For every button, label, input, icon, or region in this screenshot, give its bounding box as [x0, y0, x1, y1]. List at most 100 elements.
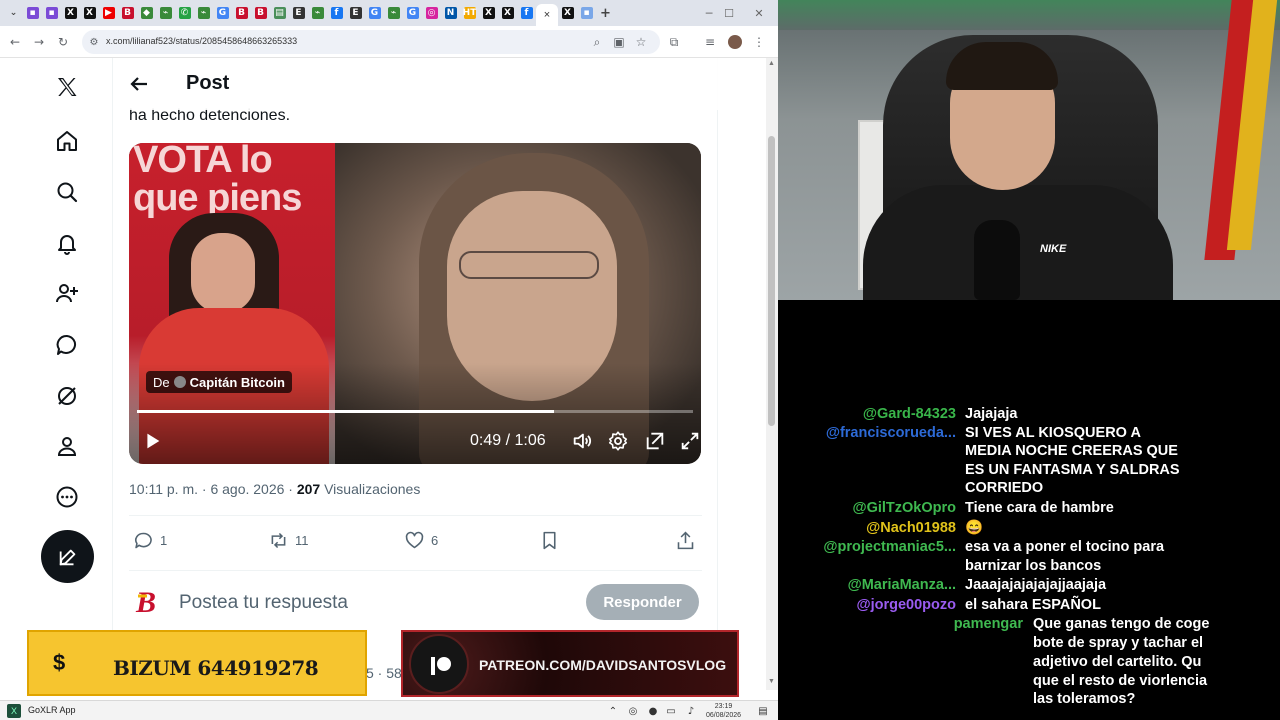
- system-clock[interactable]: 23:19 06/08/2026: [706, 702, 741, 720]
- tab-23[interactable]: HT: [460, 0, 479, 26]
- back-arrow-icon[interactable]: [127, 72, 151, 96]
- chat-message: que el resto de viorlencia: [778, 672, 1280, 690]
- cast-icon[interactable]: ▣: [609, 32, 629, 52]
- grok-icon[interactable]: [50, 379, 84, 413]
- tab-10[interactable]: G: [213, 0, 232, 26]
- tab-25[interactable]: X: [498, 0, 517, 26]
- picture-in-picture-icon[interactable]: [644, 430, 666, 452]
- tab-6[interactable]: ◆: [137, 0, 156, 26]
- bookmark-star-icon[interactable]: ☆: [631, 32, 651, 52]
- tray-volume-icon[interactable]: ♪: [684, 704, 698, 718]
- tab-22[interactable]: N: [441, 0, 460, 26]
- close-tab-icon[interactable]: ×: [544, 9, 550, 21]
- repost-action[interactable]: 11: [268, 528, 309, 552]
- tab-misc[interactable]: ▪: [577, 0, 596, 26]
- zoom-icon[interactable]: ⌕: [587, 32, 607, 52]
- x-logo-icon[interactable]: [50, 70, 84, 104]
- tab-1[interactable]: ▪: [42, 0, 61, 26]
- fullscreen-icon[interactable]: [679, 430, 701, 452]
- more-options-icon[interactable]: [50, 480, 84, 514]
- video-source-badge[interactable]: De Capitán Bitcoin: [146, 371, 292, 393]
- plus-icon: +: [600, 5, 611, 21]
- video-progress-bar[interactable]: [137, 410, 693, 413]
- active-tab[interactable]: ×: [536, 4, 558, 26]
- tab-20[interactable]: G: [403, 0, 422, 26]
- profile-icon[interactable]: [50, 429, 84, 463]
- scroll-up-icon[interactable]: ▲: [768, 60, 775, 67]
- reply-action[interactable]: 1: [133, 528, 167, 552]
- messages-icon[interactable]: [50, 328, 84, 362]
- chat-username[interactable]: @jorge00pozo: [856, 596, 956, 614]
- reload-icon[interactable]: ↻: [53, 32, 73, 52]
- tab-11[interactable]: B: [232, 0, 251, 26]
- tab-14[interactable]: E: [289, 0, 308, 26]
- scroll-thumb[interactable]: [768, 136, 775, 426]
- extensions-icon[interactable]: ⧉: [664, 32, 684, 52]
- tab-5[interactable]: B: [118, 0, 137, 26]
- profile-avatar[interactable]: [725, 32, 745, 52]
- notification-icon[interactable]: ▤: [756, 704, 770, 718]
- tab-3[interactable]: X: [80, 0, 99, 26]
- tab-2[interactable]: X: [61, 0, 80, 26]
- tray-app-icon[interactable]: ◎: [626, 704, 640, 718]
- tab-12[interactable]: B: [251, 0, 270, 26]
- url-text[interactable]: x.com/lilianaf523/status/208545864866326…: [106, 36, 297, 46]
- video-player[interactable]: VOTA lo que piens De Capitán Bitcoin 0:4…: [129, 143, 701, 464]
- chat-username[interactable]: @MariaManza...: [848, 576, 956, 594]
- notifications-bell-icon[interactable]: [50, 226, 84, 260]
- chat-username[interactable]: @Nach01988: [866, 519, 956, 537]
- chat-username[interactable]: @Gard-84323: [863, 405, 956, 423]
- tab-21[interactable]: ◎: [422, 0, 441, 26]
- home-icon[interactable]: [50, 124, 84, 158]
- chat-username[interactable]: @projectmaniac5...: [823, 538, 956, 556]
- share-action[interactable]: [675, 528, 696, 552]
- clock-time: 23:19: [714, 703, 733, 710]
- goxlr-app-icon[interactable]: X: [7, 704, 21, 718]
- tab-24[interactable]: X: [479, 0, 498, 26]
- browser-menu-icon[interactable]: ⋮: [749, 32, 769, 52]
- tab-19[interactable]: ⌁: [384, 0, 403, 26]
- address-bar[interactable]: ⚙ x.com/lilianaf523/status/2085458648663…: [82, 30, 660, 54]
- media-icon[interactable]: ≡: [700, 32, 720, 52]
- tab-9[interactable]: ⌁: [194, 0, 213, 26]
- scroll-down-icon[interactable]: ▼: [768, 678, 775, 685]
- forward-icon[interactable]: →: [29, 32, 49, 52]
- maximize-icon[interactable]: ☐: [714, 0, 744, 26]
- taskbar-app-label[interactable]: GoXLR App: [28, 705, 76, 715]
- tab-13[interactable]: ▤: [270, 0, 289, 26]
- tab-16[interactable]: f: [327, 0, 346, 26]
- site-info-icon[interactable]: ⚙: [84, 32, 104, 52]
- chat-username[interactable]: pamengar: [954, 615, 1023, 633]
- compose-post-button[interactable]: [41, 530, 94, 583]
- tab-8[interactable]: ✆: [175, 0, 194, 26]
- tray-mic-icon[interactable]: ●: [646, 704, 660, 718]
- reply-submit-button[interactable]: Responder: [586, 584, 699, 620]
- page-scrollbar[interactable]: ▲ ▼: [766, 58, 778, 690]
- tab-search-dropdown-icon[interactable]: ⌄: [4, 0, 23, 26]
- post-timestamp[interactable]: 10:11 p. m. · 6 ago. 2026 ·: [129, 481, 297, 497]
- tray-network-icon[interactable]: ▭: [664, 704, 678, 718]
- tab-18[interactable]: G: [365, 0, 384, 26]
- tab-15[interactable]: ⌁: [308, 0, 327, 26]
- play-icon[interactable]: [141, 430, 163, 452]
- like-action[interactable]: 6: [404, 528, 438, 552]
- tab-26[interactable]: f: [517, 0, 536, 26]
- follow-icon[interactable]: [50, 276, 84, 310]
- user-avatar[interactable]: B: [133, 584, 167, 619]
- close-window-icon[interactable]: ✕: [744, 0, 774, 26]
- back-icon[interactable]: ←: [5, 32, 25, 52]
- explore-icon[interactable]: [50, 175, 84, 209]
- volume-icon[interactable]: [571, 430, 593, 452]
- chat-username[interactable]: @franciscorueda...: [826, 424, 956, 442]
- reply-input[interactable]: Postea tu respuesta: [179, 592, 348, 614]
- tab-17[interactable]: E: [346, 0, 365, 26]
- tab-0[interactable]: ▪: [23, 0, 42, 26]
- tab-x[interactable]: X: [558, 0, 577, 26]
- new-tab-button[interactable]: +: [596, 0, 615, 26]
- chat-username[interactable]: @GilTzOkOpro: [852, 499, 956, 517]
- tab-7[interactable]: ⌁: [156, 0, 175, 26]
- bookmark-action[interactable]: [539, 528, 560, 552]
- tab-4[interactable]: ▶: [99, 0, 118, 26]
- tray-chevron-icon[interactable]: ⌃: [606, 704, 620, 718]
- settings-gear-icon[interactable]: [607, 430, 629, 452]
